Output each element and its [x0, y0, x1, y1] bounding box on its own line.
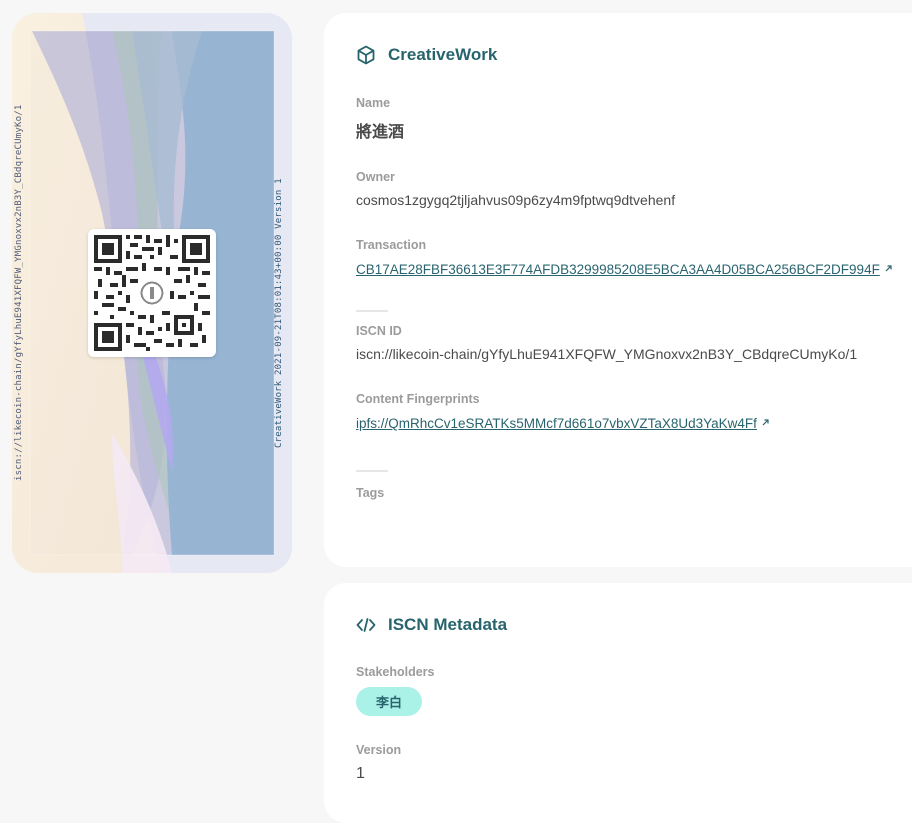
iscn-metadata-panel: ISCN Metadata Stakeholders 李白 Version 1 — [324, 583, 912, 823]
stakeholders-label: Stakeholders — [356, 665, 435, 679]
creative-work-panel: CreativeWork Name 將進酒 Owner cosmos1zgygq… — [324, 13, 912, 567]
transaction-field: Transaction CB17AE28FBF36613E3F774AFDB32… — [356, 238, 893, 277]
qr-code — [88, 229, 216, 357]
version-field: Version 1 — [356, 743, 401, 783]
fingerprint-link[interactable]: ipfs://QmRhcCv1eSRATKs5MMcf7d661o7vbxVZT… — [356, 416, 757, 431]
name-label: Name — [356, 96, 391, 110]
name-value: 將進酒 — [356, 124, 405, 141]
name-field: Name 將進酒 — [356, 96, 404, 142]
qr-code-pattern — [94, 235, 210, 351]
iscn-id-field: ISCN ID iscn://likecoin-chain/gYfyLhuE94… — [356, 324, 857, 362]
cube-icon — [356, 45, 376, 65]
iscn-id-label: ISCN ID — [356, 324, 402, 338]
version-value: 1 — [356, 765, 365, 782]
card-meta-text: CreativeWork 2021-09-21T08:01:43+00:00 V… — [274, 178, 284, 448]
transaction-label: Transaction — [356, 238, 427, 252]
version-label: Version — [356, 743, 402, 757]
owner-label: Owner — [356, 170, 395, 184]
owner-value: cosmos1zgygq2tjljahvus09p6zy4m9fptwq9dtv… — [356, 192, 676, 208]
iscn-id-value: iscn://likecoin-chain/gYfyLhuE941XFQFW_Y… — [356, 346, 858, 362]
creative-work-header: CreativeWork — [356, 45, 497, 65]
external-link-icon[interactable] — [761, 414, 770, 430]
stakeholder-badge[interactable]: 李白 — [356, 687, 423, 716]
code-icon — [356, 615, 376, 635]
tags-field: Tags — [356, 486, 384, 508]
iscn-metadata-header: ISCN Metadata — [356, 615, 507, 635]
tags-label: Tags — [356, 486, 385, 500]
iscn-card-image: iscn://likecoin-chain/gYfyLhuE941XFQFW_Y… — [12, 13, 292, 573]
iscn-metadata-title: ISCN Metadata — [388, 615, 508, 634]
fingerprints-field: Content Fingerprints ipfs://QmRhcCv1eSRA… — [356, 392, 770, 431]
transaction-link[interactable]: CB17AE28FBF36613E3F774AFDB3299985208E5BC… — [356, 262, 880, 277]
stakeholders-field: Stakeholders 李白 — [356, 665, 435, 716]
section-divider — [356, 470, 388, 472]
creative-work-title: CreativeWork — [388, 45, 498, 64]
owner-field: Owner cosmos1zgygq2tjljahvus09p6zy4m9fpt… — [356, 170, 675, 208]
section-divider — [356, 310, 388, 312]
external-link-icon[interactable] — [884, 260, 893, 276]
card-iscn-id-text: iscn://likecoin-chain/gYfyLhuE941XFQFW_Y… — [14, 104, 24, 482]
fingerprints-label: Content Fingerprints — [356, 392, 480, 406]
